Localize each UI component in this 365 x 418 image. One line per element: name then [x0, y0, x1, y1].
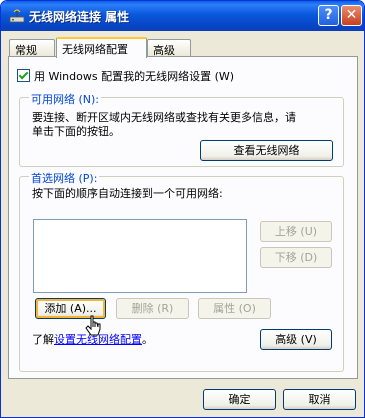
available-networks-desc-2: 单击下面的按钮。	[32, 125, 120, 138]
preferred-networks-label: 首选网络 (P):	[29, 170, 100, 186]
properties-button[interactable]: 属性 (O)	[198, 298, 271, 319]
title-bar[interactable]: 无线网络连接 属性 ? ✕	[1, 1, 364, 31]
preferred-networks-list[interactable]	[33, 219, 247, 293]
learn-more-prefix: 了解	[32, 333, 54, 346]
wireless-network-icon	[9, 9, 25, 23]
advanced-button[interactable]: 高级 (V)	[260, 329, 332, 350]
tab-advanced[interactable]: 高级	[147, 39, 191, 57]
move-down-button[interactable]: 下移 (D)	[260, 247, 332, 268]
use-windows-checkbox[interactable]	[17, 69, 30, 82]
window-title: 无线网络连接 属性	[29, 10, 130, 24]
tab-wireless-networks[interactable]: 无线网络配置	[56, 37, 147, 58]
tab-general[interactable]: 常规	[9, 39, 55, 57]
remove-button[interactable]: 删除 (R)	[116, 298, 189, 319]
help-button[interactable]: ?	[318, 5, 339, 26]
view-wireless-networks-button[interactable]: 查看无线网络	[200, 140, 333, 161]
mouse-cursor-icon	[85, 315, 101, 336]
properties-dialog: 无线网络连接 属性 ? ✕ 常规 无线网络配置 高级 用 Windows 配置我…	[0, 0, 365, 418]
cancel-button[interactable]: 取消	[283, 389, 356, 410]
ok-button[interactable]: 确定	[203, 389, 276, 410]
use-windows-label: 用 Windows 配置我的无线网络设置 (W)	[34, 70, 235, 83]
learn-more-suffix: 。	[142, 333, 153, 346]
use-windows-config-row[interactable]: 用 Windows 配置我的无线网络设置 (W)	[17, 68, 234, 84]
move-up-button[interactable]: 上移 (U)	[260, 221, 332, 242]
close-button[interactable]: ✕	[341, 5, 362, 26]
available-networks-label: 可用网络 (N):	[29, 91, 102, 107]
preferred-networks-desc: 按下面的顺序自动连接到一个可用网络:	[32, 187, 223, 200]
